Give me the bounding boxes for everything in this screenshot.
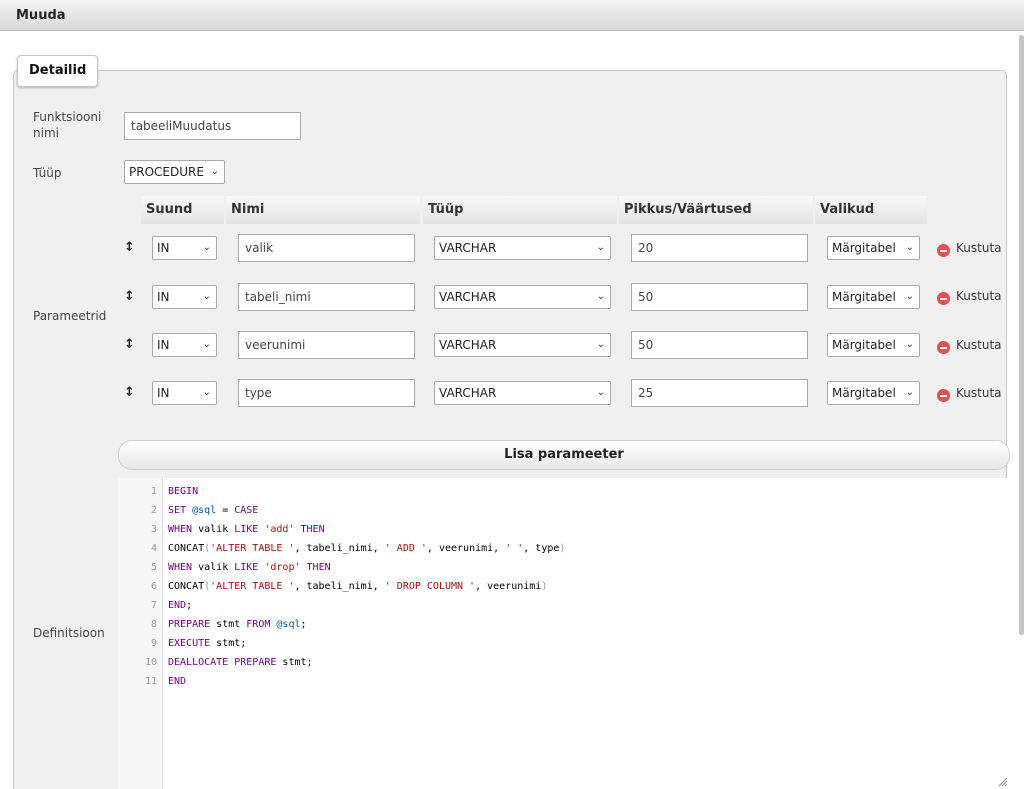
chevron-down-icon: ⌄ [905, 242, 914, 253]
line-number: 2 [150, 505, 157, 516]
param-name-input[interactable] [238, 379, 415, 407]
param-option-value: Märgitabel [832, 241, 896, 255]
tab-details[interactable]: Detailid [17, 55, 99, 87]
param-length-input[interactable] [631, 234, 808, 262]
dialog-titlebar: Muuda [0, 0, 1024, 31]
param-option-select[interactable]: Märgitabel ⌄ [827, 236, 920, 260]
window-scrollbar[interactable] [1019, 35, 1024, 635]
delete-link[interactable]: Kustuta [956, 386, 1002, 400]
line-number: 5 [150, 562, 157, 573]
resize-handle-icon[interactable] [997, 776, 1007, 786]
code-line: END [168, 676, 187, 687]
param-length-input[interactable] [631, 331, 808, 359]
function-name-input[interactable] [124, 112, 301, 140]
parameters-label: Parameetrid [33, 309, 107, 323]
line-number: 9 [150, 638, 157, 649]
definition-label: Definitsioon [33, 626, 105, 640]
param-name-input[interactable] [238, 234, 415, 262]
delete-icon[interactable] [937, 292, 950, 305]
type-select-value: PROCEDURE [129, 165, 204, 179]
param-option-select[interactable]: Märgitabel ⌄ [827, 285, 920, 309]
direction-select[interactable]: IN ⌄ [152, 381, 217, 405]
code-line: END; [168, 600, 193, 611]
line-number: 6 [150, 581, 157, 592]
param-option-select[interactable]: Märgitabel ⌄ [827, 333, 920, 357]
direction-value: IN [157, 386, 170, 400]
type-select[interactable]: PROCEDURE ⌄ [124, 160, 225, 184]
function-name-label: Funktsiooni nimi [33, 110, 102, 140]
drag-handle-icon[interactable]: ↕ [124, 337, 135, 352]
type-label: Tüüp [33, 166, 62, 180]
param-type-value: VARCHAR [439, 290, 497, 304]
param-length-input[interactable] [631, 379, 808, 407]
col-header-name: Nimi [226, 196, 420, 224]
delete-icon[interactable] [937, 389, 950, 402]
param-type-value: VARCHAR [439, 386, 497, 400]
param-type-value: VARCHAR [439, 241, 497, 255]
direction-select[interactable]: IN ⌄ [152, 236, 217, 260]
param-type-select[interactable]: VARCHAR ⌄ [434, 285, 611, 309]
code-line: DEALLOCATE PREPARE stmt; [168, 657, 313, 668]
line-number: 1 [150, 486, 157, 497]
line-number: 10 [144, 657, 157, 668]
chevron-down-icon: ⌄ [905, 387, 914, 398]
drag-handle-icon[interactable]: ↕ [124, 289, 135, 304]
chevron-down-icon: ⌄ [905, 339, 914, 350]
code-line: PREPARE stmt FROM @sql; [168, 619, 307, 630]
code-editor[interactable]: 1 2 3 4 5 6 7 8 9 10 11 BEGIN SET @sql =… [118, 478, 1010, 789]
direction-select[interactable]: IN ⌄ [152, 333, 217, 357]
line-number-gutter: 1 2 3 4 5 6 7 8 9 10 11 [118, 478, 163, 789]
line-number: 4 [150, 543, 157, 554]
param-name-input[interactable] [238, 283, 415, 311]
direction-select[interactable]: IN ⌄ [152, 285, 217, 309]
delete-link[interactable]: Kustuta [956, 338, 1002, 352]
delete-icon[interactable] [937, 244, 950, 257]
line-number: 11 [144, 676, 157, 687]
line-number: 7 [150, 600, 157, 611]
col-header-options: Valikud [815, 196, 927, 224]
delete-link[interactable]: Kustuta [956, 241, 1002, 255]
chevron-down-icon: ⌄ [905, 291, 914, 302]
line-number: 8 [150, 619, 157, 630]
line-number: 3 [150, 524, 157, 535]
chevron-down-icon: ⌄ [596, 339, 605, 350]
direction-value: IN [157, 290, 170, 304]
direction-value: IN [157, 338, 170, 352]
param-type-value: VARCHAR [439, 338, 497, 352]
chevron-down-icon: ⌄ [202, 387, 211, 398]
param-name-input[interactable] [238, 331, 415, 359]
drag-handle-icon[interactable]: ↕ [124, 385, 135, 400]
param-option-value: Märgitabel [832, 338, 896, 352]
chevron-down-icon: ⌄ [202, 242, 211, 253]
delete-icon[interactable] [937, 341, 950, 354]
chevron-down-icon: ⌄ [202, 339, 211, 350]
param-option-select[interactable]: Märgitabel ⌄ [827, 381, 920, 405]
param-type-select[interactable]: VARCHAR ⌄ [434, 333, 611, 357]
param-length-input[interactable] [631, 283, 808, 311]
col-header-length: Pikkus/Väärtused [619, 196, 813, 224]
param-type-select[interactable]: VARCHAR ⌄ [434, 381, 611, 405]
direction-value: IN [157, 241, 170, 255]
code-line: CONCAT('ALTER TABLE ', tabeli_nimi, ' AD… [168, 543, 566, 554]
code-line: CONCAT('ALTER TABLE ', tabeli_nimi, ' DR… [168, 581, 548, 592]
param-option-value: Märgitabel [832, 290, 896, 304]
col-header-direction: Suund [141, 196, 224, 224]
drag-handle-icon[interactable]: ↕ [124, 240, 135, 255]
chevron-down-icon: ⌄ [596, 242, 605, 253]
chevron-down-icon: ⌄ [596, 387, 605, 398]
code-line: WHEN valik LIKE 'drop' THEN [168, 562, 331, 573]
chevron-down-icon: ⌄ [202, 291, 211, 302]
param-type-select[interactable]: VARCHAR ⌄ [434, 236, 611, 260]
param-option-value: Märgitabel [832, 386, 896, 400]
chevron-down-icon: ⌄ [210, 166, 219, 177]
add-parameter-button[interactable]: Lisa parameeter [118, 440, 1010, 470]
chevron-down-icon: ⌄ [596, 291, 605, 302]
delete-link[interactable]: Kustuta [956, 289, 1002, 303]
code-line: BEGIN [168, 486, 199, 497]
dialog-title: Muuda [16, 8, 66, 23]
code-line: SET @sql = CASE [168, 505, 259, 516]
code-line: WHEN valik LIKE 'add' THEN [168, 524, 325, 535]
code-line: EXECUTE stmt; [168, 638, 247, 649]
col-header-type: Tüüp [423, 196, 617, 224]
